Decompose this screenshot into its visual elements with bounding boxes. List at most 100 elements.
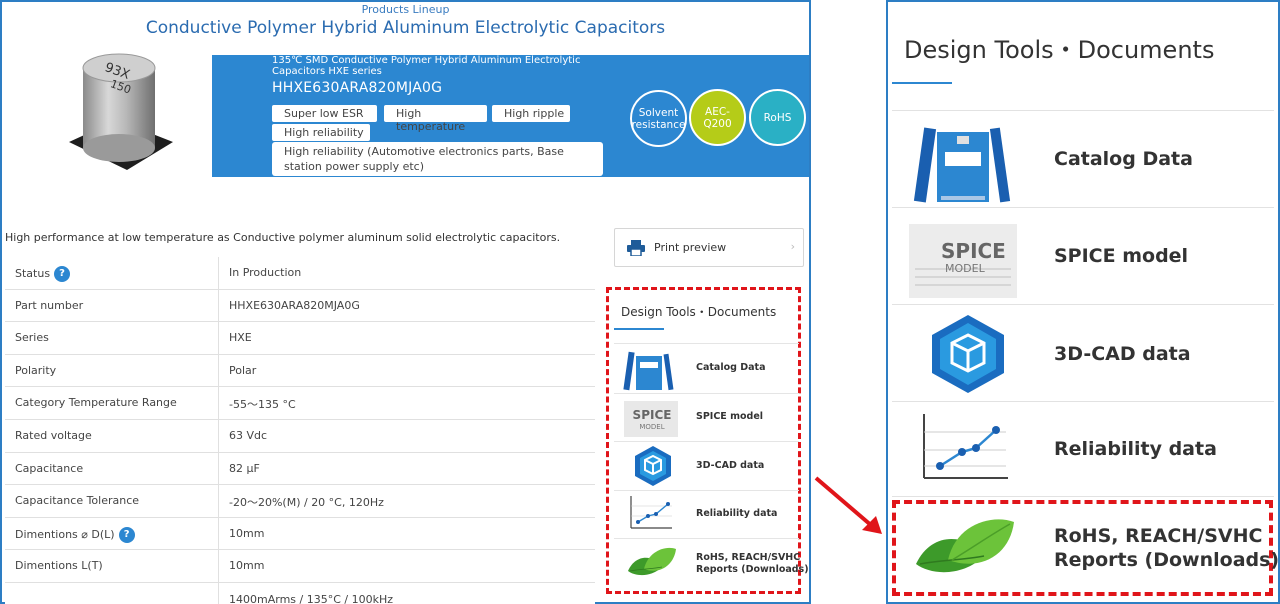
capacitor-product-image: 93X 150 (69, 53, 173, 170)
divider (614, 441, 799, 442)
page-title: Conductive Polymer Hybrid Aluminum Elect… (145, 18, 666, 38)
printer-icon (627, 240, 645, 256)
catalog-data-link[interactable]: Catalog Data (1054, 147, 1193, 171)
rohs-label-line1: RoHS, REACH/SVHC (696, 552, 801, 563)
3d-cad-data-link[interactable]: 3D-CAD data (1054, 342, 1191, 366)
leaf-icon[interactable] (626, 545, 678, 579)
divider (614, 538, 799, 539)
rohs-reach-reports-link[interactable]: RoHS, REACH/SVHC Reports (Downloads) (1054, 524, 1279, 572)
product-summary: High performance at low temperature as C… (5, 231, 561, 244)
help-icon[interactable]: ? (118, 526, 135, 543)
divider (218, 289, 219, 322)
spec-value: HHXE630ARA820MJA0G (229, 298, 360, 312)
divider (614, 393, 799, 394)
spec-key-text: Status (15, 267, 51, 280)
tag-high-temperature: High temperature (384, 105, 487, 133)
catalog-data-link[interactable]: Catalog Data (696, 362, 765, 374)
table-row: 1400mArms / 135°C / 100kHz (5, 582, 595, 604)
spec-value: 10mm (229, 559, 265, 573)
part-number-heading: HHXE630ARA820MJA0G (272, 80, 443, 96)
chevron-right-icon: › (790, 240, 795, 253)
title-underline (614, 328, 664, 330)
spec-key: Rated voltage (15, 428, 92, 442)
divider (218, 550, 219, 582)
spec-key: Series (15, 331, 49, 345)
table-row: Category Temperature Range -55～135 °C (5, 387, 595, 420)
divider (892, 304, 1274, 305)
spec-key: Dimentions L(T) (15, 559, 103, 573)
divider (218, 257, 219, 289)
divider (614, 490, 799, 491)
title-underline (892, 82, 952, 84)
spec-value: 63 Vdc (229, 428, 268, 442)
divider (892, 401, 1274, 402)
reliability-data-link[interactable]: Reliability data (1054, 437, 1217, 461)
table-row: Dimentions L(T) 10mm (5, 550, 595, 583)
divider (218, 582, 219, 604)
table-row: Rated voltage 63 Vdc (5, 419, 595, 453)
divider (218, 387, 219, 419)
spice-model-link[interactable]: SPICE model (696, 411, 763, 423)
tag-super-low-esr: Super low ESR (272, 105, 377, 122)
spice-model-icon[interactable]: SPICE MODEL (905, 220, 1023, 302)
spec-value: -55～135 °C (229, 398, 296, 412)
design-tools-title-large: Design Tools・Documents (904, 36, 1215, 64)
table-row: Capacitance 82 μF (5, 452, 595, 486)
spec-value: HXE (229, 331, 252, 345)
design-tools-title-small: Design Tools・Documents (621, 305, 777, 319)
spec-key: Status? (15, 266, 71, 282)
divider (892, 496, 1274, 497)
leaf-icon[interactable] (914, 514, 1016, 580)
rohs-reach-reports-link[interactable]: RoHS, REACH/SVHC Reports (Downloads) (696, 552, 809, 576)
series-description: 135℃ SMD Conductive Polymer Hybrid Alumi… (272, 55, 581, 77)
divider (218, 354, 219, 387)
tag-high-reliability: High reliability (272, 124, 370, 141)
divider (614, 343, 799, 344)
spec-value: 10mm (229, 526, 265, 540)
divider (218, 419, 219, 452)
print-preview-label: Print preview (654, 241, 727, 254)
3d-cad-data-link[interactable]: 3D-CAD data (696, 460, 764, 472)
zoom-arrow (814, 476, 882, 534)
divider (218, 517, 219, 550)
reliability-chart-icon[interactable] (918, 410, 1010, 484)
svg-text:SPICE: SPICE (633, 408, 672, 422)
reliability-data-link[interactable]: Reliability data (696, 508, 777, 520)
spec-key: Category Temperature Range (15, 396, 177, 410)
3d-cad-icon[interactable] (928, 313, 1008, 395)
products-lineup-label[interactable]: Products Lineup (0, 3, 811, 16)
spec-key: Capacitance (15, 461, 84, 475)
spec-table: Status? In Production Part number HHXE63… (5, 257, 595, 604)
spec-value: Polar (229, 363, 257, 377)
tag-high-ripple: High ripple (492, 105, 570, 122)
spec-value: In Production (229, 266, 302, 279)
table-row: Part number HHXE630ARA820MJA0G (5, 289, 595, 323)
help-icon[interactable]: ? (54, 266, 71, 282)
table-row: Dimentions ⌀ D(L)? 10mm (5, 517, 595, 551)
spec-key: Part number (15, 298, 84, 312)
reliability-chart-icon[interactable] (628, 494, 674, 532)
divider (218, 485, 219, 517)
catalog-icon[interactable] (905, 122, 1025, 206)
divider (218, 322, 219, 354)
print-preview-button[interactable]: Print preview › (614, 228, 804, 267)
svg-text:SPICE: SPICE (941, 239, 1006, 263)
spice-model-icon[interactable]: SPICE MODEL (622, 399, 682, 439)
rohs-badge: RoHS (749, 89, 806, 146)
rohs-label-line2: Reports (Downloads) (1054, 549, 1280, 571)
svg-text:MODEL: MODEL (945, 262, 986, 275)
spice-model-link[interactable]: SPICE model (1054, 244, 1188, 268)
screenshot-composite: Products Lineup Conductive Polymer Hybri… (0, 0, 1280, 604)
spec-key: Polarity (15, 363, 57, 377)
catalog-icon[interactable] (622, 350, 682, 392)
svg-text:MODEL: MODEL (639, 423, 664, 431)
spec-value: -20～20%(M) / 20 °C, 120Hz (229, 496, 384, 510)
table-row: Capacitance Tolerance -20～20%(M) / 20 °C… (5, 485, 595, 518)
spec-key: Capacitance Tolerance (15, 494, 140, 508)
table-row: Series HXE (5, 322, 595, 355)
3d-cad-icon[interactable] (632, 445, 674, 487)
table-row: Polarity Polar (5, 354, 595, 388)
rohs-label-line1: RoHS, REACH/SVHC (1054, 525, 1263, 547)
spec-value: 82 μF (229, 461, 260, 475)
table-row: Status? In Production (5, 257, 595, 290)
